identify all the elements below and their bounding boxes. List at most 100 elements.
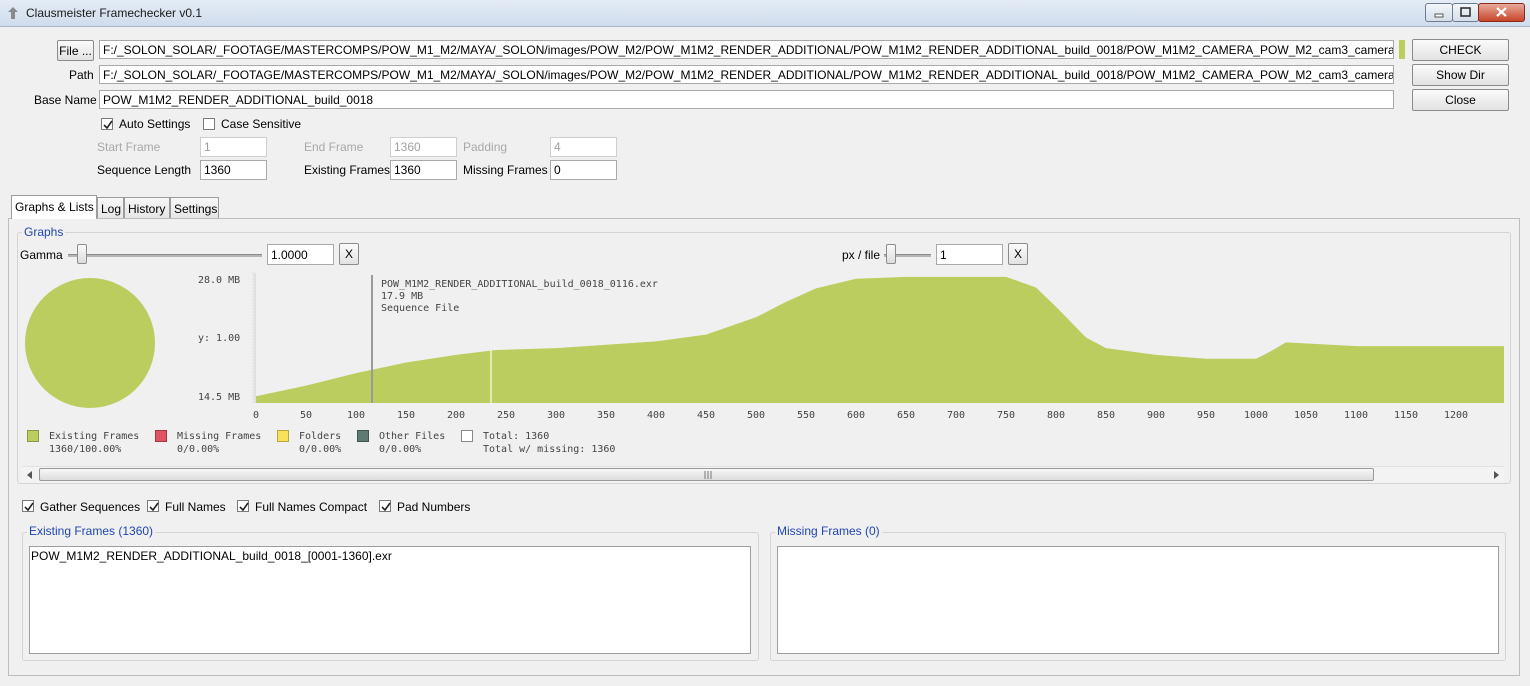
scroll-grip-icon xyxy=(704,471,712,479)
x-tick-label: 750 xyxy=(997,410,1015,421)
existing-frames-field[interactable]: 1360 xyxy=(390,160,457,180)
tooltip-type: Sequence File xyxy=(381,303,460,314)
x-tick-label: 600 xyxy=(847,410,865,421)
x-tick-label: 1150 xyxy=(1394,410,1418,421)
maximize-button[interactable] xyxy=(1452,3,1479,22)
scroll-left-icon[interactable] xyxy=(25,470,35,480)
case-sensitive-checkbox[interactable] xyxy=(203,118,215,130)
existing-frames-list[interactable]: POW_M1M2_RENDER_ADDITIONAL_build_0018_[0… xyxy=(29,546,751,654)
legend-folders-stat: 0/0.00% xyxy=(299,444,342,455)
px-per-file-slider-handle[interactable] xyxy=(886,244,896,264)
legend-total-label: Total: 1360 xyxy=(483,431,550,442)
x-tick-label: 1200 xyxy=(1444,410,1468,421)
auto-settings-label: Auto Settings xyxy=(119,117,191,131)
full-names-compact-checkbox[interactable] xyxy=(237,500,249,512)
graphs-group-title: Graphs xyxy=(22,225,66,239)
tab-graphs-lists[interactable]: Graphs & Lists xyxy=(11,195,97,219)
legend-folders-label: Folders xyxy=(299,431,342,442)
gamma-slider-track xyxy=(68,254,262,257)
y-tick-gamma: y: 1.00 xyxy=(198,333,241,344)
basename-label: Base Name xyxy=(34,93,97,107)
gamma-slider[interactable] xyxy=(68,244,262,266)
file-field[interactable]: F:/_SOLON_SOLAR/_FOOTAGE/MASTERCOMPS/POW… xyxy=(99,40,1394,59)
x-tick-label: 350 xyxy=(597,410,615,421)
x-tick-label: 250 xyxy=(497,410,515,421)
legend-other-label: Other Files xyxy=(379,431,446,442)
legend-other-stat: 0/0.00% xyxy=(379,444,422,455)
tooltip-filename: POW_M1M2_RENDER_ADDITIONAL_build_0018_01… xyxy=(381,279,658,290)
close-icon xyxy=(1496,7,1507,17)
frames-pie-chart xyxy=(25,278,155,408)
gamma-label: Gamma xyxy=(20,248,63,262)
legend-folders: Folders 0/0.00% xyxy=(299,430,341,456)
pad-numbers-checkbox[interactable] xyxy=(379,500,391,512)
x-tick-label: 50 xyxy=(300,410,312,421)
minimize-icon xyxy=(1434,13,1444,18)
scroll-right-icon[interactable] xyxy=(1491,470,1501,480)
x-tick-label: 950 xyxy=(1197,410,1215,421)
x-tick-label: 200 xyxy=(447,410,465,421)
legend-total-missing-label: Total w/ missing: 1360 xyxy=(483,444,616,455)
px-per-file-field[interactable]: 1 xyxy=(936,244,1003,265)
pie-slice-existing xyxy=(25,278,155,408)
close-button[interactable]: Close xyxy=(1412,89,1509,111)
x-tick-label: 700 xyxy=(947,410,965,421)
title-bar[interactable]: Clausmeister Framechecker v0.1 xyxy=(0,0,1530,27)
status-indicator xyxy=(1399,40,1405,59)
path-field[interactable]: F:/_SOLON_SOLAR/_FOOTAGE/MASTERCOMPS/POW… xyxy=(99,65,1394,84)
gamma-value-field[interactable]: 1.0000 xyxy=(267,244,334,265)
end-frame-label: End Frame xyxy=(304,140,364,154)
scroll-thumb[interactable] xyxy=(39,468,1374,481)
show-dir-button[interactable]: Show Dir xyxy=(1412,64,1509,86)
x-tick-label: 900 xyxy=(1147,410,1165,421)
frame-tooltip: POW_M1M2_RENDER_ADDITIONAL_build_0018_01… xyxy=(381,279,658,315)
case-sensitive-label: Case Sensitive xyxy=(221,117,302,131)
padding-field[interactable]: 4 xyxy=(550,137,617,157)
x-tick-label: 1100 xyxy=(1344,410,1368,421)
legend-existing: Existing Frames 1360/100.00% xyxy=(49,430,139,456)
px-per-file-label: px / file xyxy=(842,248,881,262)
tooltip-size: 17.9 MB xyxy=(381,291,424,302)
existing-frames-title: Existing Frames (1360) xyxy=(27,524,156,538)
basename-field[interactable]: POW_M1M2_RENDER_ADDITIONAL_build_0018 xyxy=(99,90,1394,109)
graph-hscrollbar[interactable] xyxy=(22,466,1504,483)
auto-settings-checkbox[interactable] xyxy=(101,118,113,130)
close-window-button[interactable] xyxy=(1478,3,1525,22)
x-tick-label: 1050 xyxy=(1294,410,1318,421)
sequence-length-field[interactable]: 1360 xyxy=(200,160,267,180)
x-tick-label: 300 xyxy=(547,410,565,421)
missing-frames-list[interactable] xyxy=(777,546,1499,654)
minimize-button[interactable] xyxy=(1425,3,1453,22)
y-tick-min: 14.5 MB xyxy=(198,392,241,403)
x-tick-label: 450 xyxy=(697,410,715,421)
x-tick-label: 500 xyxy=(747,410,765,421)
gather-sequences-checkbox[interactable] xyxy=(22,500,34,512)
check-button[interactable]: CHECK xyxy=(1412,39,1509,61)
x-tick-label: 0 xyxy=(253,410,259,421)
gamma-reset-button[interactable]: X xyxy=(339,243,359,265)
app-icon xyxy=(8,7,18,19)
gamma-slider-handle[interactable] xyxy=(77,244,88,264)
list-item[interactable]: POW_M1M2_RENDER_ADDITIONAL_build_0018_[0… xyxy=(30,547,750,565)
x-tick-label: 1000 xyxy=(1244,410,1268,421)
tab-settings[interactable]: Settings xyxy=(170,197,219,218)
maximize-icon xyxy=(1460,7,1471,17)
legend-other: Other Files 0/0.00% xyxy=(379,430,445,456)
legend-swatch-other xyxy=(357,430,369,442)
start-frame-label: Start Frame xyxy=(97,140,161,154)
checkmark-icon xyxy=(381,502,391,512)
legend-missing-label: Missing Frames xyxy=(177,431,262,442)
full-names-checkbox[interactable] xyxy=(147,500,159,512)
missing-frames-title: Missing Frames (0) xyxy=(775,524,882,538)
end-frame-field[interactable]: 1360 xyxy=(390,137,457,157)
full-names-compact-label: Full Names Compact xyxy=(255,500,368,514)
checkmark-icon xyxy=(239,502,249,512)
tab-log[interactable]: Log xyxy=(97,197,124,218)
start-frame-field[interactable]: 1 xyxy=(200,137,267,157)
missing-frames-field[interactable]: 0 xyxy=(550,160,617,180)
px-per-file-reset-button[interactable]: X xyxy=(1008,243,1028,265)
px-per-file-slider[interactable] xyxy=(884,244,931,266)
file-button[interactable]: File ... xyxy=(57,40,94,61)
legend-existing-stat: 1360/100.00% xyxy=(49,444,122,455)
tab-history[interactable]: History xyxy=(124,197,170,218)
